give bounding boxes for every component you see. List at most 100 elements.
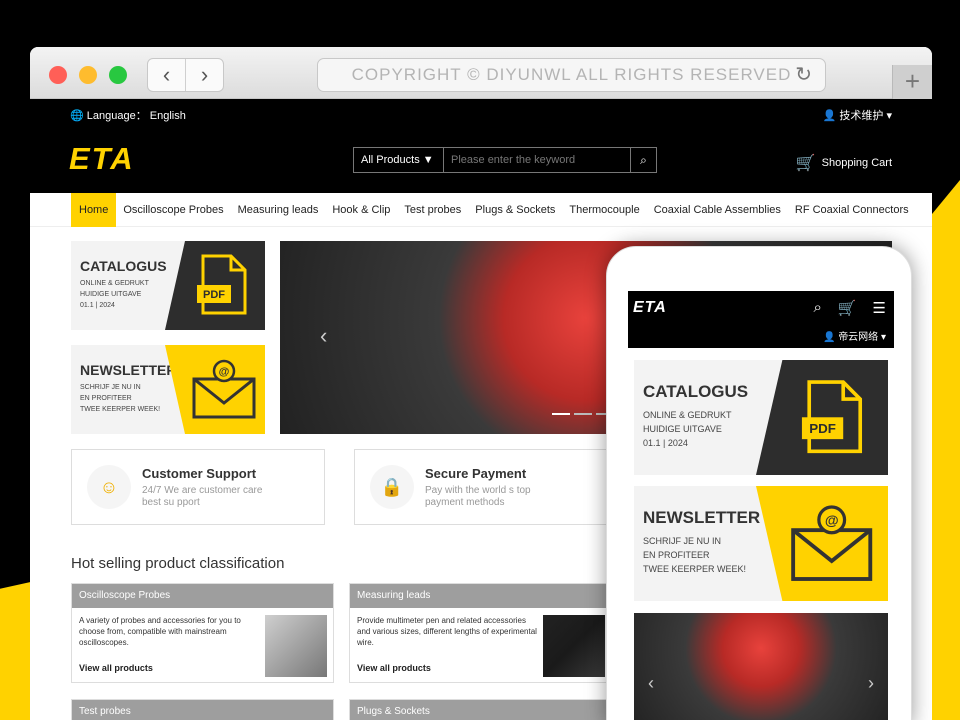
search-bar: All Products ▼ ⌕ [353, 147, 657, 173]
history-buttons: ‹ › [147, 58, 224, 92]
phone-header: ETA ⌕ 🛒 ☰ 👤 帝云网络 ▾ [628, 291, 894, 348]
close-window-button[interactable] [49, 66, 67, 84]
search-icon[interactable]: ⌕ [630, 148, 656, 172]
site-logo[interactable]: ETA [69, 141, 135, 177]
catalogus-banner[interactable]: CATALOGUS ONLINE & GEDRUKT HUIDIGE UITGA… [71, 241, 265, 330]
slider-dot[interactable] [574, 413, 592, 415]
search-input[interactable] [444, 148, 630, 172]
hamburger-menu-icon[interactable]: ☰ [873, 299, 886, 317]
menu-item-thermocouple[interactable]: Thermocouple [562, 193, 646, 227]
lock-icon: 🔒 [370, 465, 414, 509]
category-card[interactable]: Plugs & Sockets [349, 699, 612, 720]
cart-icon[interactable]: 🛒 [838, 299, 857, 317]
hot-selling-title: Hot selling product classification [71, 555, 285, 572]
feature-customer-support: ☺ Customer Support 24/7 We are customer … [71, 449, 325, 525]
slider-prev-icon[interactable]: ‹ [648, 673, 654, 694]
menu-item-coaxial-cable[interactable]: Coaxial Cable Assemblies [647, 193, 788, 227]
phone-newsletter-banner[interactable]: NEWSLETTER SCHRIJF JE NU IN EN PROFITEER… [634, 486, 888, 601]
search-icon[interactable]: ⌕ [813, 299, 821, 317]
browser-toolbar: ‹ › COPYRIGHT © DIYUNWL ALL RIGHTS RESER… [30, 47, 932, 99]
newsletter-line3: TWEE KEERPER WEEK! [643, 564, 747, 574]
menu-item-home[interactable]: Home [71, 192, 117, 227]
menu-item-rf-coaxial[interactable]: RF Coaxial Connectors [788, 193, 916, 227]
menu-item-oscilloscope-probes[interactable]: Oscilloscope Probes [116, 193, 230, 227]
language-value: English [149, 110, 186, 122]
language-label: Language： [86, 110, 147, 122]
new-tab-icon[interactable]: + [892, 65, 932, 99]
feature-secure-payment: 🔒 Secure Payment Pay with the world s to… [354, 449, 608, 525]
newsletter-line3: TWEE KEERPER WEEK! [80, 406, 161, 413]
phone-logo[interactable]: ETA [633, 299, 667, 317]
envelope-icon: @ [192, 359, 256, 419]
phone-hero-slider[interactable]: ‹ › [634, 613, 888, 720]
slider-prev-icon[interactable]: ‹ [320, 323, 327, 349]
category-name: Plugs & Sockets [350, 700, 611, 720]
category-card[interactable]: Test probes [71, 699, 334, 720]
svg-text:@: @ [219, 366, 230, 378]
newsletter-yellow-panel: @ [165, 345, 265, 434]
newsletter-line1: SCHRIJF JE NU IN [80, 384, 141, 391]
pdf-badge-text: PDF [809, 421, 836, 436]
menu-item-plugs-sockets[interactable]: Plugs & Sockets [468, 193, 562, 227]
category-desc: Provide multimeter pen and related acces… [357, 616, 537, 647]
phone-screen: ETA ⌕ 🛒 ☰ 👤 帝云网络 ▾ CATALOGUS ONLINE & GE… [628, 291, 894, 720]
category-name: Test probes [72, 700, 333, 720]
slider-dot[interactable] [552, 413, 570, 415]
back-icon[interactable]: ‹ [148, 59, 186, 91]
maximize-window-button[interactable] [109, 66, 127, 84]
catalogus-title: CATALOGUS [643, 382, 749, 401]
view-all-link[interactable]: View all products [79, 663, 153, 673]
phone-catalogus-banner[interactable]: CATALOGUS ONLINE & GEDRUKT HUIDIGE UITGA… [634, 360, 888, 475]
catalogus-dark-panel: PDF [165, 241, 265, 330]
menu-item-test-probes[interactable]: Test probes [397, 193, 468, 227]
language-selector[interactable]: 🌐 Language： English [70, 107, 186, 123]
cart-icon: 🛒 [795, 155, 816, 172]
feature-title: Secure Payment [425, 466, 527, 481]
newsletter-line2: EN PROFITEER [80, 395, 132, 402]
newsletter-line2: EN PROFITEER [643, 550, 710, 560]
globe-icon: 🌐 [70, 110, 84, 122]
newsletter-line1: SCHRIJF JE NU IN [643, 536, 722, 546]
support-icon: ☺ [87, 465, 131, 509]
catalogus-line1: ONLINE & GEDRUKT [643, 410, 732, 420]
cart-label: Shopping Cart [821, 157, 892, 169]
category-select[interactable]: All Products ▼ [354, 148, 444, 172]
view-all-link[interactable]: View all products [357, 663, 431, 673]
reload-icon[interactable]: ↻ [795, 59, 813, 91]
category-card[interactable]: Oscilloscope Probes A variety of probes … [71, 583, 334, 683]
slider-next-icon[interactable]: › [868, 673, 874, 694]
category-select-value: All Products [361, 154, 420, 166]
catalogus-line3: 01.1 | 2024 [643, 438, 688, 448]
feature-text: Pay with the world s top payment methods [425, 485, 531, 508]
pdf-icon: PDF [801, 380, 863, 454]
newsletter-banner[interactable]: NEWSLETTER SCHRIJF JE NU IN EN PROFITEER… [71, 345, 265, 434]
menu-item-measuring-leads[interactable]: Measuring leads [231, 193, 326, 227]
pdf-badge-text: PDF [203, 289, 225, 301]
shopping-cart-link[interactable]: 🛒 Shopping Cart [796, 153, 892, 173]
tech-support-menu[interactable]: 👤 技术维护 ▾ [823, 107, 892, 123]
catalogus-line2: HUIDIGE UITGAVE [80, 291, 142, 298]
svg-text:@: @ [825, 512, 839, 528]
newsletter-title: NEWSLETTER [80, 362, 177, 378]
catalogus-line3: 01.1 | 2024 [80, 302, 115, 309]
feature-title: Customer Support [142, 466, 257, 481]
phone-tech-menu[interactable]: 👤 帝云网络 ▾ [823, 328, 886, 343]
phone-mockup: ETA ⌕ 🛒 ☰ 👤 帝云网络 ▾ CATALOGUS ONLINE & GE… [606, 246, 912, 720]
tech-label: 技术维护 [839, 110, 884, 122]
catalogus-line2: HUIDIGE UITGAVE [643, 424, 722, 434]
category-image [543, 615, 605, 677]
menu-item-hook-clip[interactable]: Hook & Clip [325, 193, 397, 227]
pdf-icon: PDF [197, 254, 247, 315]
forward-icon[interactable]: › [186, 59, 223, 91]
minimize-window-button[interactable] [79, 66, 97, 84]
address-text: COPYRIGHT © DIYUNWL ALL RIGHTS RESERVED [351, 65, 792, 84]
category-image [265, 615, 327, 677]
phone-header-icons: ⌕ 🛒 ☰ [813, 299, 886, 317]
user-icon: 👤 [822, 110, 837, 122]
envelope-icon: @ [791, 505, 873, 581]
address-bar[interactable]: COPYRIGHT © DIYUNWL ALL RIGHTS RESERVED … [317, 58, 826, 92]
category-card[interactable]: Measuring leads Provide multimeter pen a… [349, 583, 612, 683]
site-header: 🌐 Language： English 👤 技术维护 ▾ ETA All Pro… [30, 99, 932, 193]
main-menu: Home Oscilloscope Probes Measuring leads… [30, 192, 932, 227]
category-desc: A variety of probes and accessories for … [79, 616, 241, 647]
